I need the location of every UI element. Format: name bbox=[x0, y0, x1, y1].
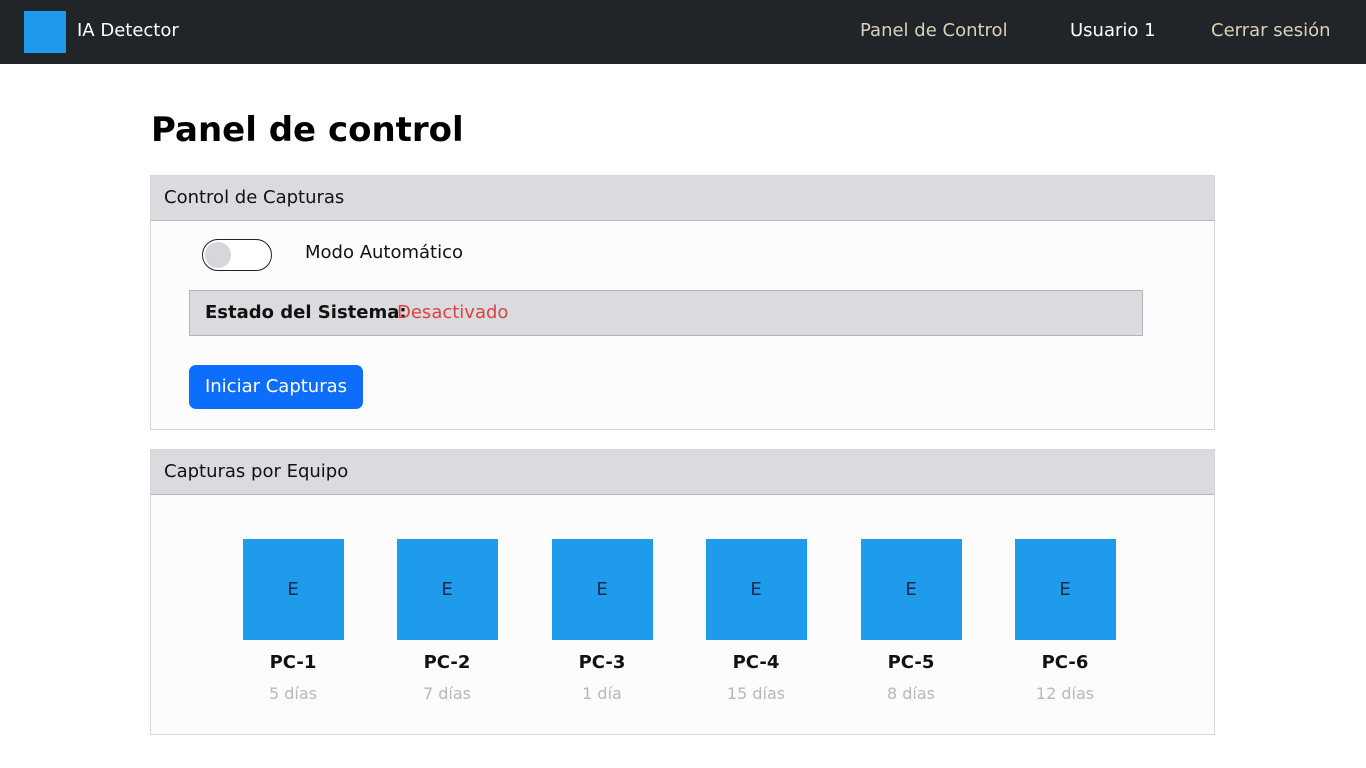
device-thumbnail[interactable]: E bbox=[242, 539, 344, 640]
device-name: PC-3 bbox=[578, 652, 626, 673]
capture-control-header: Control de Capturas bbox=[151, 176, 1214, 221]
device-item[interactable]: E PC-6 12 días bbox=[1010, 539, 1120, 704]
system-status-box: Estado del Sistema: Desactivado bbox=[189, 290, 1143, 336]
device-name: PC-2 bbox=[423, 652, 471, 673]
captures-by-device-card: Capturas por Equipo E PC-1 5 días E PC-2… bbox=[150, 449, 1215, 735]
nav-link-user[interactable]: Usuario 1 bbox=[1070, 19, 1156, 43]
device-capture-age: 15 días bbox=[726, 684, 786, 703]
device-thumbnail[interactable]: E bbox=[1014, 539, 1116, 640]
brand-name[interactable]: IA Detector bbox=[77, 19, 179, 43]
system-status-value: Desactivado bbox=[397, 302, 509, 323]
device-capture-age: 5 días bbox=[268, 684, 317, 703]
device-thumbnail[interactable]: E bbox=[860, 539, 962, 640]
device-thumbnail[interactable]: E bbox=[705, 539, 807, 640]
auto-mode-toggle[interactable] bbox=[202, 239, 272, 271]
captures-by-device-header: Capturas por Equipo bbox=[151, 450, 1214, 495]
page-title: Panel de control bbox=[151, 110, 464, 150]
device-name: PC-4 bbox=[732, 652, 780, 673]
device-name: PC-5 bbox=[887, 652, 935, 673]
auto-mode-label: Modo Automático bbox=[305, 242, 464, 263]
device-capture-age: 1 día bbox=[582, 684, 622, 703]
nav-link-control-panel[interactable]: Panel de Control bbox=[860, 19, 1008, 43]
device-name: PC-6 bbox=[1041, 652, 1089, 673]
top-navbar: IA Detector Panel de Control Usuario 1 C… bbox=[0, 0, 1366, 64]
app-logo[interactable] bbox=[24, 11, 66, 53]
toggle-knob bbox=[205, 242, 231, 268]
capture-control-card: Control de Capturas Modo Automático Esta… bbox=[150, 175, 1215, 430]
device-name: PC-1 bbox=[269, 652, 317, 673]
device-capture-age: 12 días bbox=[1035, 684, 1095, 703]
device-item[interactable]: E PC-1 5 días bbox=[238, 539, 348, 704]
device-thumbnail[interactable]: E bbox=[551, 539, 653, 640]
system-status-label: Estado del Sistema: bbox=[205, 302, 407, 323]
device-item[interactable]: E PC-5 8 días bbox=[856, 539, 966, 704]
device-item[interactable]: E PC-2 7 días bbox=[392, 539, 502, 704]
start-captures-button[interactable]: Iniciar Capturas bbox=[189, 365, 363, 409]
device-thumbnail[interactable]: E bbox=[396, 539, 498, 640]
device-capture-age: 8 días bbox=[886, 684, 935, 703]
device-capture-age: 7 días bbox=[422, 684, 471, 703]
device-item[interactable]: E PC-3 1 día bbox=[547, 539, 657, 704]
device-item[interactable]: E PC-4 15 días bbox=[701, 539, 811, 704]
nav-link-logout[interactable]: Cerrar sesión bbox=[1211, 19, 1331, 43]
